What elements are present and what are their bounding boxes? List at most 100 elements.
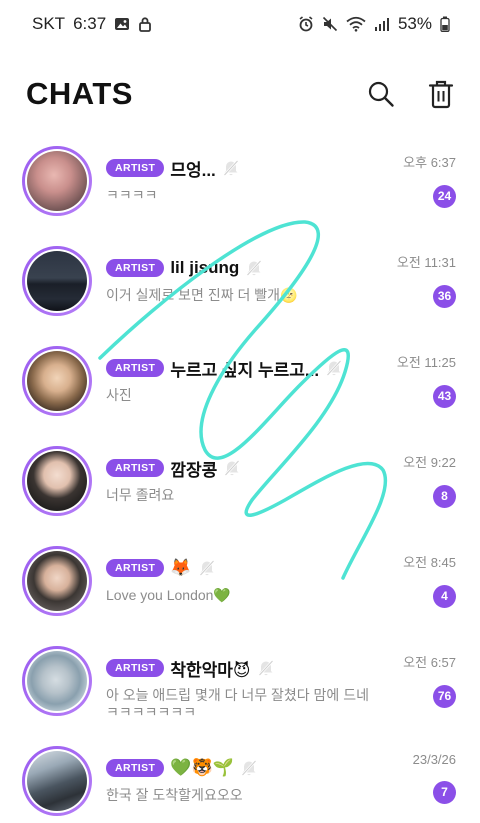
gallery-notification-icon bbox=[114, 16, 130, 32]
wifi-icon bbox=[346, 16, 366, 32]
clock-time: 6:37 bbox=[73, 14, 107, 33]
avatar bbox=[27, 651, 87, 711]
last-message: 사진 bbox=[106, 387, 132, 403]
trash-icon bbox=[428, 80, 454, 109]
last-message: 너무 졸려요 bbox=[106, 487, 175, 503]
chat-meta: 23/3/26 7 bbox=[413, 752, 456, 804]
avatar-ring bbox=[22, 146, 92, 216]
battery-percent: 53% bbox=[397, 14, 432, 33]
chat-list: ARTIST 므엉... ㅋㅋㅋㅋ 오후 6:37 24 ARTIST lil … bbox=[0, 140, 480, 823]
mute-status-icon bbox=[322, 16, 338, 32]
bell-off-icon bbox=[240, 759, 258, 777]
message-time: 오후 6:37 bbox=[403, 155, 456, 170]
chat-list-item[interactable]: ARTIST 착한악마😈 아 오늘 애드립 몇개 다 너무 잘쳤다 맘에 드네 … bbox=[0, 640, 480, 740]
last-message-line-2: ㅋㅋㅋㅋㅋㅋㅋ bbox=[106, 704, 197, 720]
name-row: ARTIST 🦊 bbox=[106, 554, 392, 582]
avatar bbox=[27, 351, 87, 411]
message-time: 오전 11:25 bbox=[396, 355, 456, 370]
lock-notification-icon bbox=[138, 16, 152, 32]
last-message: 이거 실제로 보면 진짜 더 빨개🌝 bbox=[106, 287, 298, 303]
chat-meta: 오전 8:45 4 bbox=[403, 552, 456, 608]
chat-content: ARTIST 💚🐯🌱 한국 잘 도착할게요오오 bbox=[106, 754, 392, 804]
avatar-ring bbox=[22, 546, 92, 616]
artist-badge: ARTIST bbox=[106, 759, 165, 777]
chat-list-item[interactable]: ARTIST 🦊 Love you London💚 오전 8:45 4 bbox=[0, 540, 480, 640]
artist-badge: ARTIST bbox=[106, 259, 165, 277]
chat-list-item[interactable]: ARTIST lil jisung 이거 실제로 보면 진짜 더 빨개🌝 오전 … bbox=[0, 240, 480, 340]
artist-badge: ARTIST bbox=[106, 159, 165, 177]
bell-off-icon bbox=[245, 259, 263, 277]
bell-off-icon bbox=[325, 359, 343, 377]
artist-badge: ARTIST bbox=[106, 359, 165, 377]
chat-meta: 오전 9:22 8 bbox=[403, 452, 456, 508]
chat-name: 누르고 싶지 누르고... bbox=[170, 360, 320, 380]
chat-meta: 오전 6:57 76 bbox=[403, 652, 456, 708]
name-row: ARTIST 깜장콩 bbox=[106, 454, 392, 482]
avatar bbox=[27, 551, 87, 611]
name-row: ARTIST 므엉... bbox=[106, 154, 392, 182]
last-message: ㅋㅋㅋㅋ bbox=[106, 187, 158, 203]
chat-list-item[interactable]: ARTIST 💚🐯🌱 한국 잘 도착할게요오오 23/3/26 7 bbox=[0, 740, 480, 823]
avatar-ring bbox=[22, 246, 92, 316]
page-title: CHATS bbox=[26, 76, 133, 111]
avatar bbox=[27, 151, 87, 211]
artist-badge: ARTIST bbox=[106, 659, 165, 677]
message-time: 23/3/26 bbox=[412, 752, 456, 767]
chat-name: 깜장콩 bbox=[170, 460, 218, 480]
avatar bbox=[27, 751, 87, 811]
name-row: ARTIST 착한악마😈 bbox=[106, 654, 392, 682]
unread-count-badge: 8 bbox=[433, 485, 456, 508]
chat-name: 므엉... bbox=[170, 160, 216, 180]
name-row: ARTIST 💚🐯🌱 bbox=[106, 754, 392, 782]
message-time: 오전 11:31 bbox=[396, 255, 456, 270]
last-message: 한국 잘 도착할게요오오 bbox=[106, 787, 243, 803]
bell-off-icon bbox=[222, 159, 240, 177]
last-message: 아 오늘 애드립 몇개 다 너무 잘쳤다 맘에 드네 bbox=[106, 687, 369, 703]
status-left: SKT 6:37 bbox=[32, 14, 152, 34]
status-bar: SKT 6:37 53% bbox=[0, 0, 480, 48]
avatar bbox=[27, 251, 87, 311]
name-row: ARTIST 누르고 싶지 누르고... bbox=[106, 354, 392, 382]
name-row: ARTIST lil jisung bbox=[106, 254, 392, 282]
avatar-ring bbox=[22, 646, 92, 716]
app-header: CHATS bbox=[0, 66, 480, 122]
bell-off-icon bbox=[198, 559, 216, 577]
avatar-ring bbox=[22, 746, 92, 816]
chat-meta: 오후 6:37 24 bbox=[403, 152, 456, 208]
chat-name: 착한악마😈 bbox=[170, 660, 251, 680]
message-time: 오전 8:45 bbox=[403, 555, 456, 570]
search-button[interactable] bbox=[364, 77, 398, 111]
unread-count-badge: 36 bbox=[433, 285, 456, 308]
battery-icon bbox=[440, 16, 450, 32]
carrier-label: SKT bbox=[32, 14, 66, 33]
chat-content: ARTIST 깜장콩 너무 졸려요 bbox=[106, 454, 392, 504]
avatar-ring bbox=[22, 446, 92, 516]
message-time: 오전 6:57 bbox=[403, 655, 456, 670]
chat-content: ARTIST 🦊 Love you London💚 bbox=[106, 554, 392, 604]
artist-badge: ARTIST bbox=[106, 559, 165, 577]
unread-count-badge: 7 bbox=[433, 781, 456, 804]
unread-count-badge: 24 bbox=[433, 185, 456, 208]
chat-list-item[interactable]: ARTIST 므엉... ㅋㅋㅋㅋ 오후 6:37 24 bbox=[0, 140, 480, 240]
header-actions bbox=[364, 77, 458, 111]
chat-name: 💚🐯🌱 bbox=[170, 758, 234, 777]
signal-icon bbox=[374, 17, 390, 31]
message-time: 오전 9:22 bbox=[403, 455, 456, 470]
chat-content: ARTIST 누르고 싶지 누르고... 사진 bbox=[106, 354, 392, 404]
chat-content: ARTIST 므엉... ㅋㅋㅋㅋ bbox=[106, 154, 392, 204]
bell-off-icon bbox=[257, 659, 275, 677]
last-message: Love you London💚 bbox=[106, 587, 231, 603]
unread-count-badge: 4 bbox=[433, 585, 456, 608]
alarm-icon bbox=[298, 16, 314, 32]
chat-list-item[interactable]: ARTIST 깜장콩 너무 졸려요 오전 9:22 8 bbox=[0, 440, 480, 540]
chat-name: 🦊 bbox=[170, 558, 192, 577]
chat-meta: 오전 11:31 36 bbox=[397, 252, 456, 308]
chat-content: ARTIST 착한악마😈 아 오늘 애드립 몇개 다 너무 잘쳤다 맘에 드네 … bbox=[106, 654, 392, 721]
chat-list-item[interactable]: ARTIST 누르고 싶지 누르고... 사진 오전 11:25 43 bbox=[0, 340, 480, 440]
unread-count-badge: 43 bbox=[433, 385, 456, 408]
avatar-ring bbox=[22, 346, 92, 416]
unread-count-badge: 76 bbox=[433, 685, 456, 708]
delete-button[interactable] bbox=[424, 77, 458, 111]
artist-badge: ARTIST bbox=[106, 459, 165, 477]
status-right: 53% bbox=[298, 14, 450, 34]
